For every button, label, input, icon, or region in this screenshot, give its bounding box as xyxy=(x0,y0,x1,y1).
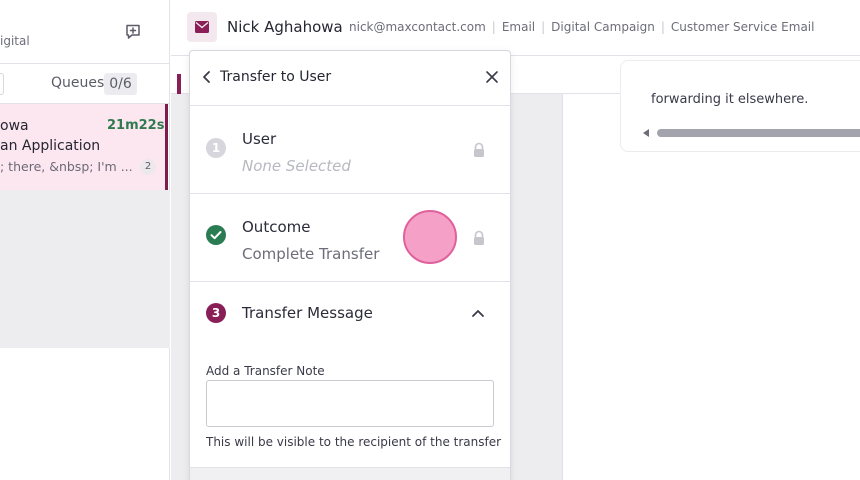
step-complete-check xyxy=(206,225,226,245)
transfer-panel: Transfer to User 1 User None Selected Ou… xyxy=(189,50,511,480)
email-body-text: forwarding it elsewhere. xyxy=(651,92,809,107)
step-number: 3 xyxy=(206,303,226,323)
transfer-note-label: Add a Transfer Note xyxy=(206,364,325,378)
transfer-panel-footer xyxy=(190,467,510,480)
conversation-contact-name: owa xyxy=(0,118,29,134)
conversation-list-item[interactable]: owa 21m22s an Application ; there, &nbsp… xyxy=(0,104,168,190)
conversation-preview: ; there, &nbsp; I'm ... xyxy=(0,159,133,174)
step-user[interactable]: 1 User None Selected xyxy=(190,106,510,194)
step-transfer-message[interactable]: 3 Transfer Message xyxy=(190,282,510,346)
collapse-button[interactable] xyxy=(470,304,486,317)
transfer-note-help: This will be visible to the recipient of… xyxy=(206,435,502,449)
sidebar-tabs: Queues 0/6 xyxy=(0,64,170,104)
back-button[interactable] xyxy=(200,68,214,86)
app-root: igital Queues 0/6 owa 21m22s an Applicat… xyxy=(0,0,860,480)
contact-email: nick@maxcontact.com xyxy=(349,20,486,34)
close-icon xyxy=(486,71,498,83)
tab-queues[interactable]: Queues xyxy=(51,75,104,91)
step-title: User xyxy=(242,130,277,148)
lock-icon xyxy=(472,142,486,158)
tab-conversations-partial[interactable] xyxy=(0,73,4,95)
scroll-left-arrow[interactable] xyxy=(643,129,649,137)
step-value: None Selected xyxy=(242,157,351,175)
workspace-divider xyxy=(562,94,563,480)
step-title: Outcome xyxy=(242,218,311,236)
envelope-icon xyxy=(195,21,209,33)
lock-icon xyxy=(472,230,486,246)
channel-badge xyxy=(187,12,217,42)
transfer-note-input[interactable] xyxy=(206,380,494,427)
meta-separator: | xyxy=(491,20,496,34)
active-tab-indicator xyxy=(177,74,181,94)
click-indicator xyxy=(403,210,457,264)
campaign-name: Digital Campaign xyxy=(551,20,655,34)
queues-count-badge: 0/6 xyxy=(104,73,137,95)
horizontal-scrollbar[interactable] xyxy=(657,129,860,137)
meta-separator: | xyxy=(541,20,546,34)
queue-name: Customer Service Email xyxy=(670,20,815,34)
conversation-message-count: 2 xyxy=(140,159,156,175)
close-button[interactable] xyxy=(484,69,500,85)
conversation-meta: nick@maxcontact.com | Email | Digital Campai… xyxy=(349,20,814,34)
step-value: Complete Transfer xyxy=(242,245,380,263)
transfer-panel-header: Transfer to User xyxy=(190,51,510,106)
chevron-up-icon xyxy=(472,310,484,317)
step-number: 1 xyxy=(206,138,226,158)
channel-type: Email xyxy=(501,20,536,34)
conversation-sidebar: igital Queues 0/6 owa 21m22s an Applicat… xyxy=(0,0,170,480)
transfer-panel-title: Transfer to User xyxy=(220,69,332,85)
sidebar-subtitle: igital xyxy=(0,34,30,48)
meta-separator: | xyxy=(660,20,665,34)
step-outcome[interactable]: Outcome Complete Transfer xyxy=(190,194,510,282)
chevron-left-icon xyxy=(203,71,210,83)
conversation-elapsed-time: 21m22s xyxy=(107,118,165,133)
sidebar-empty-area xyxy=(0,190,170,348)
conversation-header: Nick Aghahowa nick@maxcontact.com | Email |… xyxy=(171,0,860,56)
contact-name: Nick Aghahowa xyxy=(227,18,343,36)
checkmark-icon xyxy=(210,231,222,240)
conversation-subject: an Application xyxy=(0,138,101,154)
new-message-icon[interactable] xyxy=(124,23,142,41)
step-title: Transfer Message xyxy=(242,304,373,322)
sidebar-header: igital xyxy=(0,0,170,64)
email-message-card: forwarding it elsewhere. xyxy=(620,60,860,152)
